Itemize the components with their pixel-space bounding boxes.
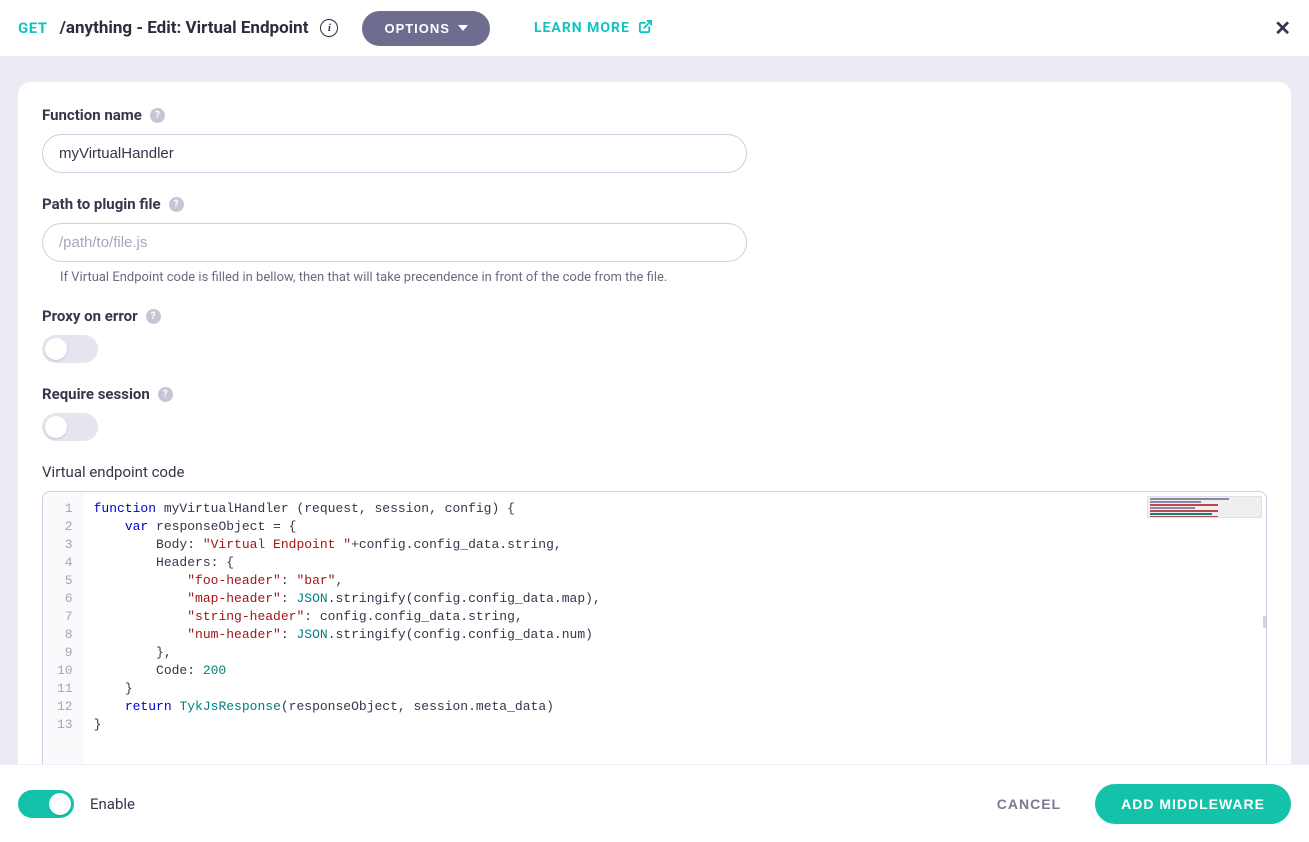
close-icon[interactable]: ✕ [1274, 16, 1291, 40]
function-name-input[interactable] [42, 134, 747, 173]
form-card: Function name ? Path to plugin file ? If… [18, 82, 1291, 764]
function-name-group: Function name ? [42, 106, 1267, 173]
footer-bar: Enable CANCEL ADD MIDDLEWARE [0, 764, 1309, 842]
code-editor[interactable]: 12345678910111213 function myVirtualHand… [42, 491, 1267, 764]
options-button[interactable]: OPTIONS [362, 11, 490, 46]
plugin-path-label: Path to plugin file [42, 195, 161, 213]
plugin-path-group: Path to plugin file ? If Virtual Endpoin… [42, 195, 1267, 285]
require-session-toggle[interactable] [42, 413, 98, 441]
enable-label: Enable [90, 795, 135, 813]
enable-toggle[interactable] [18, 790, 74, 818]
info-icon[interactable]: i [320, 19, 338, 37]
options-button-label: OPTIONS [384, 21, 450, 36]
code-body[interactable]: function myVirtualHandler (request, sess… [84, 492, 1266, 764]
code-group: Virtual endpoint code 12345678910111213 … [42, 463, 1267, 764]
chevron-down-icon [458, 25, 468, 31]
http-method-badge: GET [18, 19, 48, 37]
plugin-path-input[interactable] [42, 223, 747, 262]
help-icon[interactable]: ? [158, 387, 173, 402]
top-bar: GET /anything - Edit: Virtual Endpoint i… [0, 0, 1309, 56]
code-label: Virtual endpoint code [42, 463, 184, 481]
page-title: /anything - Edit: Virtual Endpoint [60, 18, 309, 38]
external-link-icon [638, 19, 653, 38]
function-name-label: Function name [42, 106, 142, 124]
help-icon[interactable]: ? [169, 197, 184, 212]
learn-more-label: LEARN MORE [534, 20, 630, 36]
require-session-group: Require session ? [42, 385, 1267, 441]
plugin-path-hint: If Virtual Endpoint code is filled in be… [42, 270, 1267, 285]
proxy-on-error-group: Proxy on error ? [42, 307, 1267, 363]
proxy-on-error-label: Proxy on error [42, 307, 138, 325]
help-icon[interactable]: ? [150, 108, 165, 123]
scrollbar-thumb[interactable] [1263, 616, 1266, 628]
proxy-on-error-toggle[interactable] [42, 335, 98, 363]
require-session-label: Require session [42, 385, 150, 403]
code-gutter: 12345678910111213 [43, 492, 84, 764]
code-minimap[interactable] [1147, 496, 1262, 518]
main-content: Function name ? Path to plugin file ? If… [0, 56, 1309, 764]
learn-more-link[interactable]: LEARN MORE [534, 19, 653, 38]
help-icon[interactable]: ? [146, 309, 161, 324]
add-middleware-button[interactable]: ADD MIDDLEWARE [1095, 784, 1291, 824]
cancel-button[interactable]: CANCEL [979, 786, 1079, 822]
